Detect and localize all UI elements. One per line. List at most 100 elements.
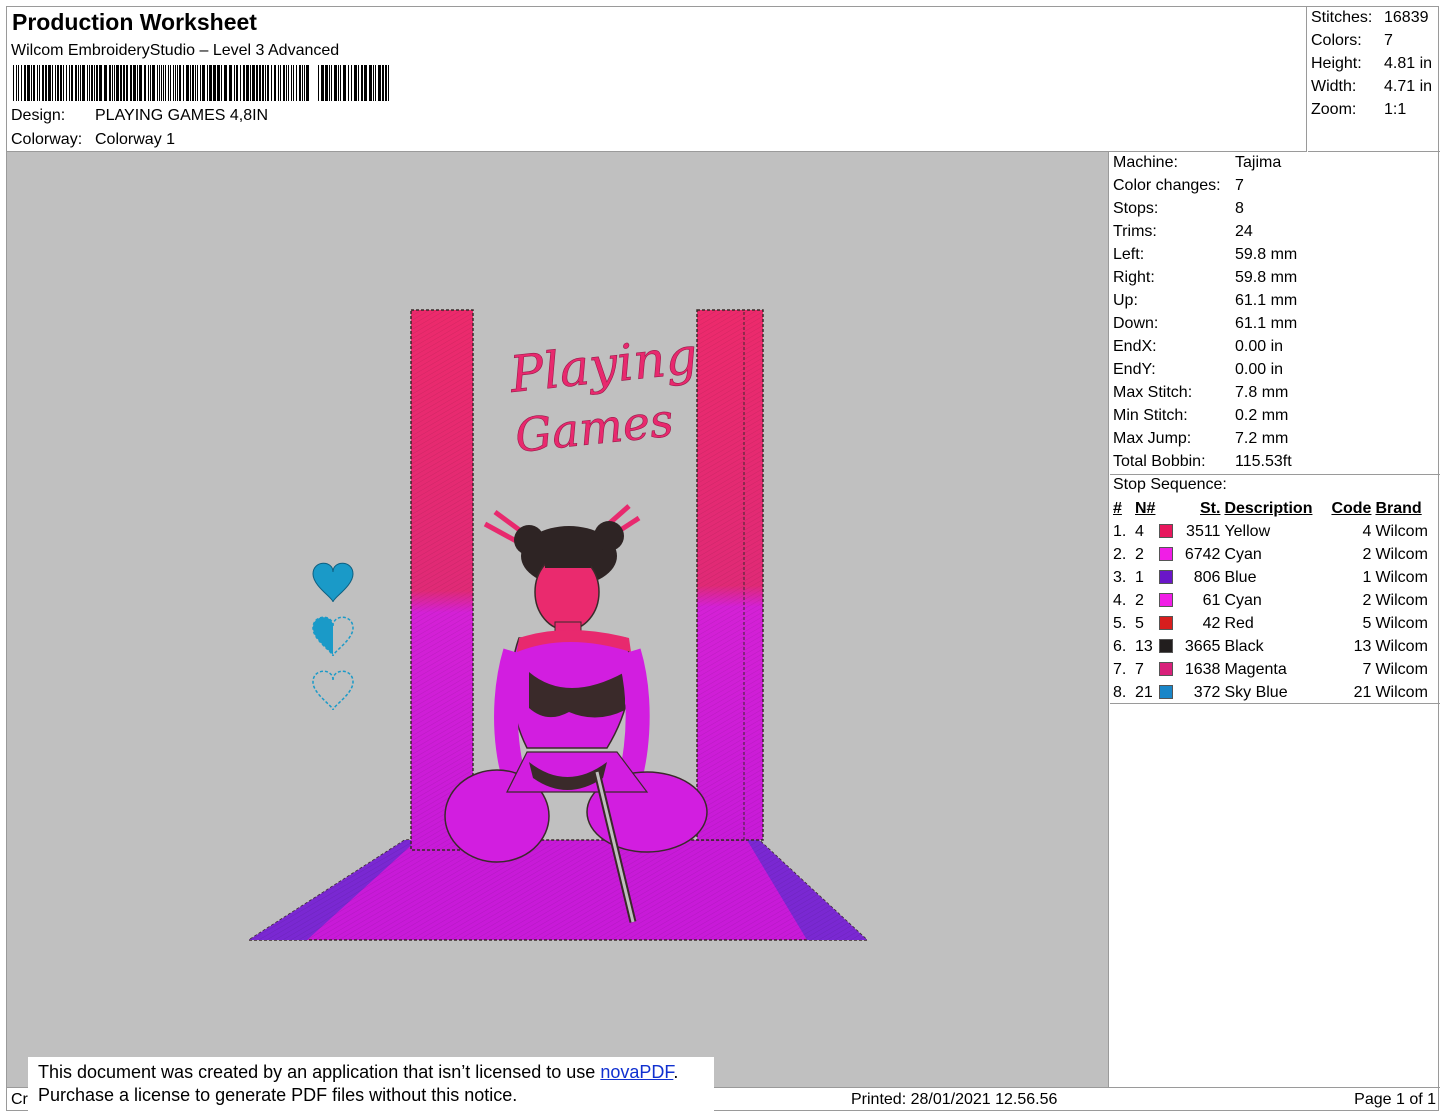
stitch-count: 3511 (1186, 522, 1221, 540)
info-label: Left: (1113, 246, 1145, 263)
summary-label: Zoom: (1311, 101, 1357, 118)
info-value: 0.00 in (1235, 338, 1284, 355)
thread-brand: Wilcom (1375, 522, 1428, 540)
thread-color-swatch (1159, 684, 1174, 699)
needle-number: 21 (1135, 683, 1153, 701)
summary-zoom: Zoom: 1:1 (1311, 101, 1406, 119)
notice-text: . (673, 1062, 679, 1082)
summary-value: 1:1 (1384, 101, 1407, 118)
table-row: 3. 1 806 Blue 1 Wilcom (1111, 566, 1433, 589)
design-summary: Stitches: 16839 Colors: 7 Height: 4.81 in W… (1308, 7, 1440, 152)
notice-text: This document was created by an applicat… (38, 1062, 601, 1082)
heart-full-icon (312, 562, 354, 603)
color-swatch (1157, 520, 1179, 543)
column-header-code: Code (1331, 499, 1372, 517)
info-label: Up: (1113, 292, 1138, 309)
thread-description: Cyan (1224, 545, 1262, 563)
thread-code: 1 (1362, 568, 1372, 586)
svg-text:Games: Games (513, 393, 676, 463)
info-row: Color changes: 7 (1113, 177, 1244, 195)
info-row: Trims: 24 (1113, 223, 1253, 241)
column-header-stitches: St. (1200, 499, 1221, 517)
table-row: 7. 7 1638 Magenta 7 Wilcom (1111, 658, 1433, 681)
thread-code: 2 (1362, 591, 1372, 609)
color-swatch (1157, 681, 1179, 704)
table-row: 8. 21 372 Sky Blue 21 Wilcom (1111, 681, 1433, 704)
stop-index: 3. (1113, 568, 1127, 586)
info-value: 59.8 mm (1235, 269, 1298, 286)
stop-index: 5. (1113, 614, 1127, 632)
summary-value: 7 (1384, 32, 1393, 49)
column-header-needle: N# (1135, 499, 1156, 517)
stitch-count: 372 (1193, 683, 1221, 701)
license-notice: This document was created by an applicat… (28, 1057, 714, 1112)
info-value: 24 (1235, 223, 1253, 240)
printed-timestamp: Printed: 28/01/2021 12.56.56 (851, 1091, 1058, 1108)
info-row: Min Stitch: 0.2 mm (1113, 407, 1288, 425)
thread-code: 5 (1362, 614, 1372, 632)
table-header-row: # N# St. Description Code Brand (1111, 497, 1433, 520)
info-row: Max Stitch: 7.8 mm (1113, 384, 1288, 402)
thread-color-swatch (1159, 661, 1174, 676)
svg-text:,: , (309, 89, 315, 101)
thread-description: Red (1224, 614, 1254, 632)
needle-number: 4 (1135, 522, 1144, 540)
barcode: , (13, 65, 389, 101)
design-preview: Playing Games (7, 152, 1109, 1087)
stop-index: 2. (1113, 545, 1127, 563)
info-label: Right: (1113, 269, 1155, 286)
thread-code: 13 (1353, 637, 1372, 655)
machine-info-panel: Machine: Tajima Color changes: 7 Stops: 8 T… (1110, 152, 1440, 1087)
info-label: Machine: (1113, 154, 1178, 171)
summary-label: Colors: (1311, 32, 1362, 49)
needle-number: 2 (1135, 545, 1144, 563)
colorway-row: Colorway: Colorway 1 (11, 131, 175, 149)
software-name: Wilcom EmbroideryStudio – Level 3 Advanc… (11, 42, 340, 59)
divider (1110, 474, 1440, 475)
info-value: Tajima (1235, 154, 1282, 171)
column-header-description: Description (1224, 499, 1313, 517)
info-row: Max Jump: 7.2 mm (1113, 430, 1288, 448)
thread-brand: Wilcom (1375, 683, 1428, 701)
thread-color-swatch (1159, 638, 1174, 653)
table-row: 2. 2 6742 Cyan 2 Wilcom (1111, 543, 1433, 566)
color-swatch (1157, 543, 1179, 566)
stitch-count: 61 (1202, 591, 1221, 609)
table-row: 4. 2 61 Cyan 2 Wilcom (1111, 589, 1433, 612)
color-swatch (1157, 612, 1179, 635)
info-value: 115.53ft (1235, 453, 1292, 470)
table-row: 1. 4 3511 Yellow 4 Wilcom (1111, 520, 1433, 543)
thread-description: Blue (1224, 568, 1257, 586)
summary-value: 16839 (1384, 9, 1429, 26)
color-swatch (1157, 635, 1179, 658)
info-row: Left: 59.8 mm (1113, 246, 1297, 264)
worksheet: Production Worksheet Wilcom EmbroiderySt… (6, 6, 1440, 1111)
stitch-count: 806 (1193, 568, 1221, 586)
column-header-swatch (1157, 497, 1179, 520)
footer-left-text: Cr (11, 1091, 28, 1108)
thread-color-swatch (1159, 569, 1174, 584)
info-row: Stops: 8 (1113, 200, 1244, 218)
stop-index: 6. (1113, 637, 1127, 655)
info-row: Machine: Tajima (1113, 154, 1281, 172)
design-lettering: Playing (506, 327, 700, 404)
summary-label: Stitches: (1311, 9, 1373, 26)
worksheet-header: Production Worksheet Wilcom EmbroiderySt… (7, 7, 1307, 152)
summary-stitches: Stitches: 16839 (1311, 9, 1429, 27)
stop-sequence-table: # N# St. Description Code Brand 1. 4 3511 Y… (1111, 497, 1433, 704)
info-label: Trims: (1113, 223, 1157, 240)
thread-description: Yellow (1224, 522, 1271, 540)
thread-description: Sky Blue (1224, 683, 1288, 701)
thread-description: Black (1224, 637, 1264, 655)
needle-number: 7 (1135, 660, 1144, 678)
stop-index: 1. (1113, 522, 1127, 540)
needle-number: 1 (1135, 568, 1144, 586)
colorway-label: Colorway: (11, 131, 83, 148)
color-swatch (1157, 566, 1179, 589)
summary-value: 4.71 in (1384, 78, 1433, 95)
info-value: 0.00 in (1235, 361, 1284, 378)
novapdf-link[interactable]: novaPDF (600, 1062, 673, 1082)
info-label: Stops: (1113, 200, 1159, 217)
info-label: Total Bobbin: (1113, 453, 1206, 470)
thread-description: Magenta (1224, 660, 1287, 678)
